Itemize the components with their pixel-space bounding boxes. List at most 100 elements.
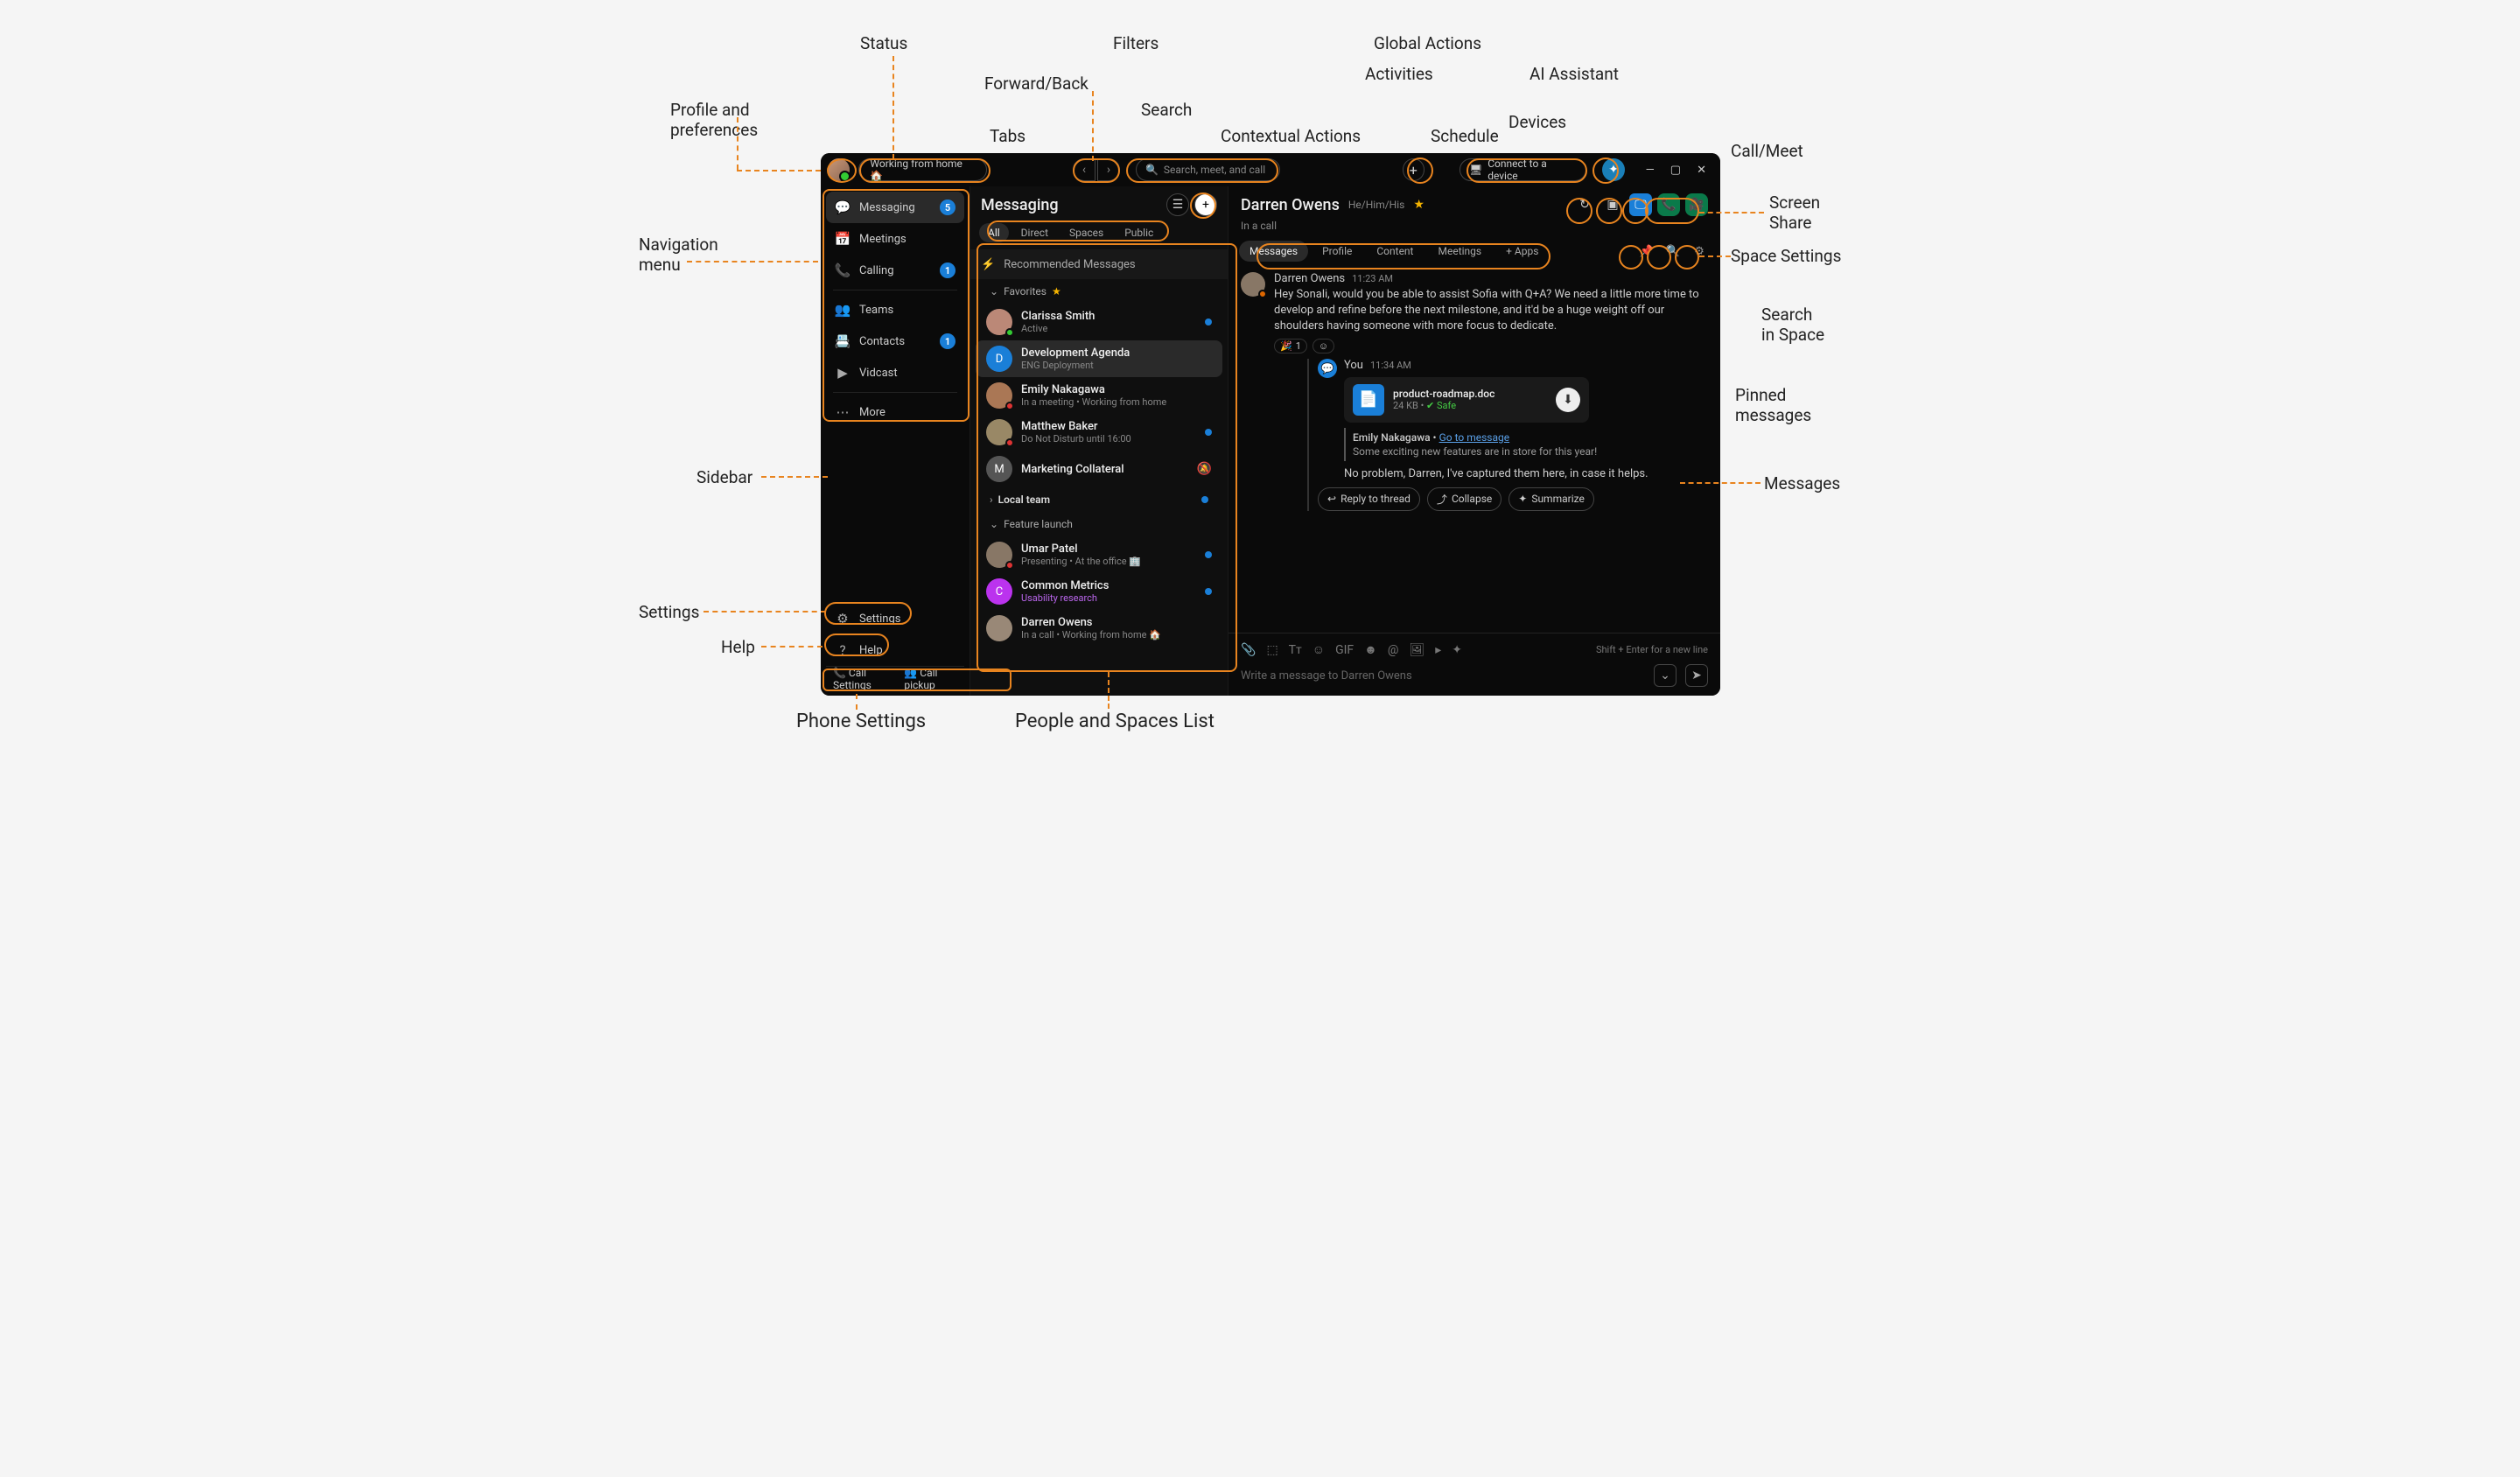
bolt-icon: ⚡ — [981, 258, 995, 271]
unread-dot — [1205, 318, 1212, 326]
emoji-icon[interactable]: ☺ — [1312, 642, 1325, 657]
recommended-messages[interactable]: ⚡ Recommended Messages — [970, 249, 1228, 279]
send-button[interactable]: ➤ — [1685, 664, 1708, 687]
video-icon[interactable]: ▸ — [1435, 643, 1441, 657]
file-attachment[interactable]: 📄 product-roadmap.doc 24 KB • ✔ Safe ⬇ — [1344, 377, 1589, 423]
message-avatar[interactable] — [1241, 272, 1265, 297]
conversation-item[interactable]: Umar PatelPresenting • At the office 🏢 — [976, 536, 1222, 573]
gif-icon[interactable]: GIF — [1335, 643, 1354, 657]
annotation-fwdback: Forward/Back — [984, 74, 1088, 94]
nav-item-meetings[interactable]: 📅Meetings — [826, 223, 964, 255]
collapse-button[interactable]: ⤴ Collapse — [1427, 487, 1502, 511]
conversation-item[interactable]: Darren OwensIn a call • Working from hom… — [976, 610, 1222, 647]
nav-icon: 👥 — [835, 302, 850, 318]
ai-assistant-button[interactable]: ✦ — [1602, 158, 1624, 181]
screenshot-icon[interactable]: ⬚ — [1266, 643, 1278, 657]
space-settings-button[interactable]: ⚙ — [1689, 241, 1710, 262]
conversation-item[interactable]: Matthew BakerDo Not Disturb until 16:00 — [976, 414, 1222, 451]
global-add-button[interactable]: + — [1403, 158, 1424, 181]
list-tab-direct[interactable]: Direct — [1012, 223, 1057, 242]
thread: 💬 You 11:34 AM 📄 prod — [1307, 359, 1708, 511]
chat-tab-messages[interactable]: Messages — [1239, 241, 1308, 262]
format-icon[interactable]: Tт — [1289, 643, 1302, 657]
filter-button[interactable]: ☰ — [1166, 193, 1189, 216]
conversation-item[interactable]: Clarissa SmithActive — [976, 304, 1222, 340]
composer: 📎 ⬚ Tт ☺ GIF ☻ @ 🖼 ▸ ✦ Shift + Enter for… — [1228, 633, 1720, 696]
expand-button[interactable]: ⌄ — [1654, 664, 1676, 687]
favorites-header[interactable]: ⌄ Favorites ★ — [976, 279, 1222, 304]
profile-avatar[interactable] — [828, 158, 850, 181]
badge: 1 — [940, 262, 956, 278]
nav-icon: 📇 — [835, 333, 850, 349]
status-pill[interactable]: Working from home 🏠 — [858, 158, 987, 181]
conversation-item[interactable]: DDevelopment AgendaENG Deployment — [976, 340, 1222, 377]
chevron-right-icon: › — [990, 494, 993, 506]
nav-item-teams[interactable]: 👥Teams — [826, 294, 964, 326]
annotation-sidebar: Sidebar — [696, 467, 752, 487]
back-button[interactable]: ‹ — [1073, 158, 1096, 181]
add-apps-tab[interactable]: + Apps — [1495, 241, 1549, 262]
forward-button[interactable]: › — [1097, 158, 1120, 181]
maximize-button[interactable]: ▢ — [1670, 164, 1681, 177]
chat-tab-profile[interactable]: Profile — [1312, 241, 1362, 262]
search-input[interactable]: 🔍 Search, meet, and call — [1136, 158, 1280, 181]
section-local-team[interactable]: › Local team — [976, 487, 1222, 512]
minimize-button[interactable]: — — [1646, 164, 1655, 177]
favorite-star-icon[interactable]: ★ — [1413, 198, 1424, 212]
message-list: Darren Owens 11:23 AM Hey Sonali, would … — [1228, 269, 1720, 633]
go-to-message-link[interactable]: Go to message — [1439, 431, 1510, 444]
add-reaction[interactable]: ☺ — [1312, 339, 1334, 354]
screen-share-button[interactable]: 🖵 — [1629, 193, 1652, 216]
nav-back-forward: ‹ › — [1073, 158, 1120, 181]
connect-device-button[interactable]: 🖥 Connect to a device — [1460, 158, 1586, 181]
audio-call-button[interactable]: 📞 — [1657, 193, 1680, 216]
activities-button[interactable]: ▣ — [1601, 193, 1624, 216]
pinned-messages-button[interactable]: 📌 — [1636, 241, 1657, 262]
avatar: D — [986, 346, 1012, 372]
message-input[interactable]: Write a message to Darren Owens — [1241, 669, 1645, 682]
list-tab-spaces[interactable]: Spaces — [1060, 223, 1112, 242]
conversation-item[interactable]: Emily NakagawaIn a meeting • Working fro… — [976, 377, 1222, 414]
chat-tab-meetings[interactable]: Meetings — [1427, 241, 1492, 262]
avatar — [986, 419, 1012, 445]
thread-actions: ↩ Reply to thread ⤴ Collapse ✦ Summarize — [1318, 487, 1708, 511]
annotation-schedule: Schedule — [1431, 126, 1499, 146]
chat-tab-content[interactable]: Content — [1366, 241, 1424, 262]
download-button[interactable]: ⬇ — [1556, 388, 1580, 412]
call-pickup-button[interactable]: 👥 Call pickup — [904, 667, 957, 691]
search-in-space-button[interactable]: 🔍 — [1662, 241, 1684, 262]
sticker-icon[interactable]: ☻ — [1364, 642, 1377, 657]
new-message-button[interactable]: + — [1194, 193, 1217, 216]
nav-item-vidcast[interactable]: ▶Vidcast — [826, 357, 964, 388]
close-button[interactable]: ✕ — [1697, 164, 1706, 177]
search-placeholder: Search, meet, and call — [1164, 164, 1265, 176]
conversation-item[interactable]: CCommon MetricsUsability research — [976, 573, 1222, 610]
annotation-global: Global Actions — [1374, 33, 1481, 53]
ai-compose-icon[interactable]: ✦ — [1452, 643, 1462, 657]
conversation-item[interactable]: MMarketing Collateral🔕 — [976, 451, 1222, 487]
mention-icon[interactable]: @ — [1388, 643, 1399, 657]
list-tab-public[interactable]: Public — [1116, 223, 1162, 242]
nav-item-more[interactable]: ⋯More — [826, 396, 964, 428]
nav-item-contacts[interactable]: 📇Contacts1 — [826, 326, 964, 357]
image-icon[interactable]: 🖼 — [1409, 643, 1424, 657]
gear-icon: ⚙ — [835, 611, 850, 626]
nav-item-messaging[interactable]: 💬Messaging5 — [826, 192, 964, 223]
summarize-button[interactable]: ✦ Summarize — [1508, 487, 1594, 511]
reaction[interactable]: 🎉1 — [1274, 339, 1307, 354]
avatar — [986, 382, 1012, 409]
attach-icon[interactable]: 📎 — [1241, 643, 1256, 657]
annotation-messages: Messages — [1764, 473, 1840, 494]
star-icon: ★ — [1052, 285, 1061, 298]
section-feature-launch[interactable]: ⌄ Feature launch — [976, 512, 1222, 536]
status-text: Working from home 🏠 — [870, 158, 976, 182]
nav-item-calling[interactable]: 📞Calling1 — [826, 255, 964, 286]
annotation-phone: Phone Settings — [796, 710, 926, 732]
help-button[interactable]: ? Help — [826, 634, 964, 666]
call-settings-button[interactable]: 📞 Call Settings — [833, 667, 892, 691]
settings-button[interactable]: ⚙ Settings — [826, 603, 964, 634]
list-tab-all[interactable]: All — [979, 223, 1009, 242]
reply-thread-button[interactable]: ↩ Reply to thread — [1318, 487, 1420, 511]
schedule-button[interactable]: ↻ — [1573, 193, 1596, 216]
video-call-button[interactable]: 🎥 — [1685, 193, 1708, 216]
